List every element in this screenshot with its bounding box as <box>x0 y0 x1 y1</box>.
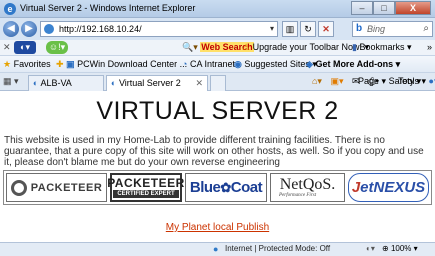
add-favorite-icon: ✚ <box>56 59 64 69</box>
favorite-pcwin[interactable]: ✚ ▣ PCWin Download Center ... <box>56 59 187 70</box>
window-title: Virtual Server 2 - Windows Internet Expl… <box>20 3 196 13</box>
vendor-logos: PACKETEER PACKETEER CERTIFIED EXPERT Blu… <box>3 170 432 205</box>
status-bar: ● Internet | Protected Mode: Off ◐▾ ⊕ 10… <box>0 242 435 256</box>
jetnexus-logo: JetNEXUS <box>348 173 429 202</box>
publish-link-wrap: My Planet local Publish <box>0 222 435 233</box>
tab-virtual-server-label: Virtual Server 2 <box>118 78 181 88</box>
jetnexus-j: J <box>351 179 361 196</box>
gear-icon: ✿ <box>220 179 231 195</box>
window-controls: – □ X <box>351 1 431 15</box>
cert-subtitle: CERTIFIED EXPERT <box>113 190 179 198</box>
favorite-suggested-sites[interactable]: ◉ Suggested Sites ▾ <box>234 59 317 70</box>
url-text[interactable]: http://192.168.10.24/ <box>59 24 142 34</box>
tab-alb-va[interactable]: ◐ ALB-VA <box>28 75 104 91</box>
jetnexus-text: etNEXUS <box>360 179 426 196</box>
zoom-level: 100% <box>390 244 412 253</box>
refresh-icon[interactable]: ↻ <box>300 21 316 37</box>
page-content: VIRTUAL SERVER 2 This website is used in… <box>0 91 435 242</box>
smiley-icon[interactable]: ☺!▾ <box>46 41 68 54</box>
feeds-icon[interactable]: ▣▾ <box>330 76 343 86</box>
cert-title: PACKETEER <box>107 176 185 190</box>
packeteer-logo: PACKETEER <box>6 173 107 202</box>
toolbar-more[interactable]: » <box>427 42 432 52</box>
back-button[interactable]: ◀ <box>3 21 19 37</box>
home-icon[interactable]: ⌂▾ <box>312 76 322 86</box>
page-description: This website is used in my Home-Lab to p… <box>4 135 424 168</box>
suggested-sites-icon: ◉ <box>234 59 242 69</box>
quick-tabs-icon[interactable]: ▦ ▾ <box>3 76 19 87</box>
tools-menu[interactable]: Tools ▾ <box>398 76 426 86</box>
bluecoat-text-1: Blue <box>189 179 221 196</box>
toolbar-logo-icon[interactable]: ◐▾ <box>14 41 36 54</box>
tab-page-icon: ◐ <box>33 78 39 88</box>
globe-icon: ● <box>213 244 219 254</box>
packeteer-certified-logo: PACKETEER CERTIFIED EXPERT <box>107 173 185 202</box>
upgrade-label: Upgrade your Toolbar Now! <box>252 42 362 52</box>
netqos-logo: NetQoS. Performance First <box>270 173 345 202</box>
forward-button[interactable]: ▶ <box>21 21 37 37</box>
search-icon[interactable]: ⌕ <box>423 23 429 34</box>
bookmarks-label: Bookmarks <box>359 42 405 52</box>
protected-mode-icon[interactable]: ◐▾ <box>366 244 375 253</box>
tab-bar: ▦ ▾ ◐ ALB-VA ◐ Virtual Server 2 ✕ ⌂▾ ▣▾ ✉… <box>0 73 435 91</box>
favorite-ca-intranet[interactable]: ◔ CA Intranet <box>182 59 235 69</box>
packeteer-text: PACKETEER <box>30 181 103 194</box>
ca-icon: ◔ <box>182 59 188 69</box>
bookmark-icon: ▮ <box>352 42 357 52</box>
star-icon: ★ <box>3 59 12 69</box>
addons-icon: ◈ <box>306 59 313 69</box>
favorites-bar: ★ Favorites ✚ ▣ PCWin Download Center ..… <box>0 56 435 73</box>
zoom-control[interactable]: ⊕ 100% ▾ <box>382 244 418 253</box>
favorite-pcwin-label: PCWin Download Center ... <box>77 59 188 69</box>
tab-page-icon: ◐ <box>111 78 117 88</box>
page-icon <box>44 24 54 34</box>
netqos-tagline: Performance First <box>279 193 317 198</box>
search-box[interactable]: b Bing ⌕ <box>352 21 433 37</box>
title-bar: e Virtual Server 2 - Windows Internet Ex… <box>0 0 435 18</box>
favorites-button[interactable]: ★ Favorites <box>3 59 51 70</box>
ie-logo-icon: e <box>4 3 16 15</box>
warning-icon: ⚠ <box>242 42 251 52</box>
bookmarks-button[interactable]: ▮ Bookmarks ▾ <box>352 42 412 53</box>
security-zone[interactable]: Internet | Protected Mode: Off <box>225 244 330 253</box>
addon-toolbar: ✕ ◐▾ ☺!▾ 🔍▾ Web Search ⚠ Upgrade your To… <box>0 40 435 56</box>
address-row: ◀ ▶ http://192.168.10.24/ ▾ ▥ ↻ ✕ b Bing… <box>0 18 435 40</box>
close-tab-icon[interactable]: ✕ <box>195 78 203 89</box>
help-icon[interactable]: ●▾ <box>429 76 435 86</box>
chevron-down-icon[interactable]: ▾ <box>270 24 274 33</box>
bluecoat-text-2: Coat <box>230 179 263 196</box>
compatibility-view-icon[interactable]: ▥ <box>282 21 298 37</box>
tab-virtual-server-2[interactable]: ◐ Virtual Server 2 ✕ <box>106 75 208 91</box>
zoom-icon: ⊕ <box>382 244 389 253</box>
pcwin-icon: ▣ <box>66 59 75 69</box>
toolbar-close-icon[interactable]: ✕ <box>3 42 11 53</box>
maximize-button[interactable]: □ <box>373 1 395 15</box>
new-tab-button[interactable] <box>210 75 226 91</box>
favorites-label: Favorites <box>13 59 51 69</box>
tools-menu-wrap: Tools ▾ ●▾ <box>398 76 435 87</box>
favorite-ca-label: CA Intranet <box>189 59 235 69</box>
favorite-addons-label: Get More Add-ons ▾ <box>315 59 401 69</box>
minimize-button[interactable]: – <box>351 1 373 15</box>
netqos-text: NetQoS. <box>279 176 336 193</box>
address-tools: ▥ ↻ ✕ <box>282 21 334 37</box>
my-planet-link[interactable]: My Planet local Publish <box>166 222 269 233</box>
packeteer-swirl-icon <box>10 179 27 196</box>
bluecoat-logo: Blue ✿ Coat <box>185 173 267 202</box>
tab-alb-va-label: ALB-VA <box>40 78 72 88</box>
bing-icon: b <box>356 23 363 34</box>
close-button[interactable]: X <box>395 1 431 15</box>
search-placeholder[interactable]: Bing <box>367 24 385 34</box>
page-menu[interactable]: Page ▾ <box>358 76 386 86</box>
favorite-get-addons[interactable]: ◈ Get More Add-ons ▾ <box>306 59 400 70</box>
upgrade-toolbar-link[interactable]: ⚠ Upgrade your Toolbar Now! ▾ <box>242 42 369 53</box>
page-title: VIRTUAL SERVER 2 <box>96 97 339 125</box>
stop-icon[interactable]: ✕ <box>318 21 334 37</box>
address-bar[interactable]: http://192.168.10.24/ ▾ <box>40 21 278 37</box>
